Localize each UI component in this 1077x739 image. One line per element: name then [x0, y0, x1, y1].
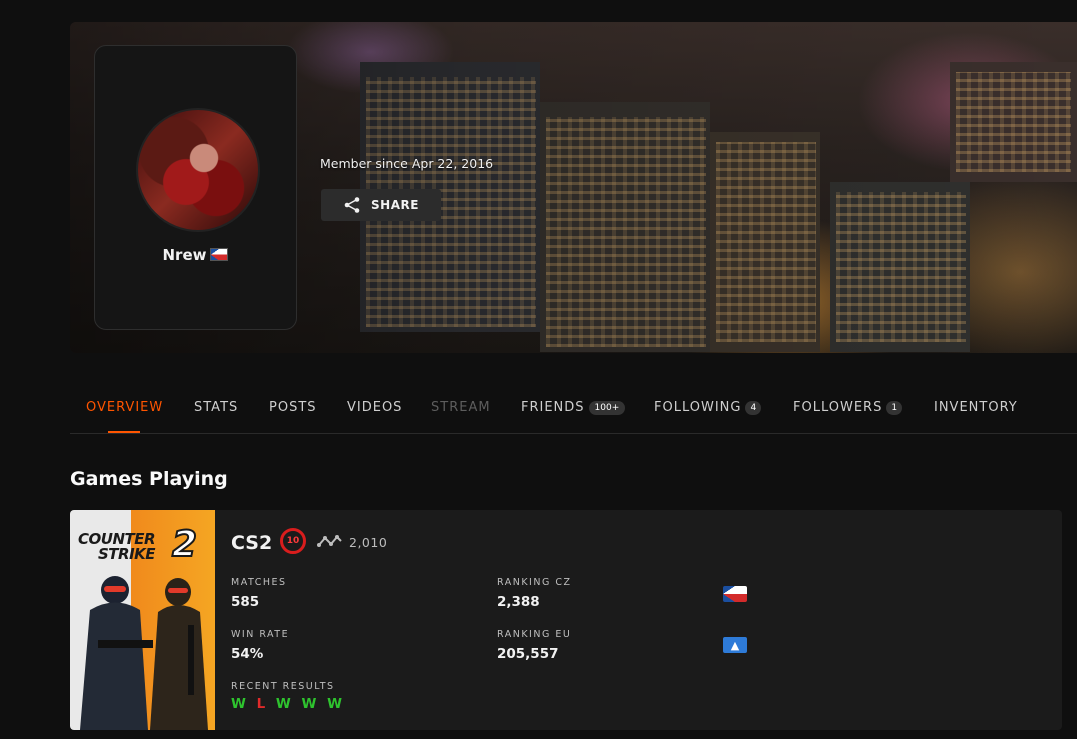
tab-posts[interactable]: POSTS [269, 400, 317, 415]
games-playing-title: Games Playing [70, 468, 228, 490]
recent-results: W L W W W [231, 696, 345, 712]
tab-inventory[interactable]: INVENTORY [934, 400, 1018, 415]
eu-region-icon: ▲ [723, 637, 747, 653]
skill-level-badge: 10 [280, 528, 306, 554]
share-button[interactable]: SHARE [321, 189, 441, 221]
result-4: W [301, 696, 320, 712]
elo-icon [317, 535, 342, 547]
result-5: W [327, 696, 346, 712]
active-tab-indicator [108, 431, 140, 433]
tab-following-label: FOLLOWING [654, 400, 742, 415]
czech-flag-icon [210, 248, 229, 261]
win-rate-label: WIN RATE [231, 629, 290, 640]
avatar[interactable] [136, 108, 260, 232]
tab-followers-label: FOLLOWERS [793, 400, 883, 415]
czech-flag-icon [723, 586, 747, 602]
member-since: Member since Apr 22, 2016 [320, 156, 494, 171]
cover-number: 2 [171, 523, 198, 566]
tab-followers[interactable]: FOLLOWERS 1 [793, 400, 903, 415]
result-1: W [231, 696, 249, 712]
ranking-eu-label: RANKING EU [497, 629, 572, 640]
tab-videos[interactable]: VIDEOS [347, 400, 402, 415]
tab-overview[interactable]: OVERVIEW [86, 400, 163, 415]
share-label: SHARE [371, 198, 419, 212]
tab-friends-label: FRIENDS [521, 400, 585, 415]
tab-following[interactable]: FOLLOWING 4 [654, 400, 762, 415]
recent-results-label: RECENT RESULTS [231, 681, 335, 692]
cover-logo-line2: STRIKE [98, 545, 156, 563]
tab-stream[interactable]: STREAM [431, 400, 491, 415]
following-count-badge: 4 [745, 401, 762, 415]
ranking-cz-value: 2,388 [497, 594, 540, 610]
followers-count-badge: 1 [886, 401, 903, 415]
win-rate-value: 54% [231, 646, 264, 662]
username: Nrew [95, 246, 296, 264]
game-cover-image: COUNTER STRIKE 2 [70, 510, 215, 730]
tab-friends[interactable]: FRIENDS 100+ [521, 400, 626, 415]
result-3: W [275, 696, 294, 712]
matches-value: 585 [231, 594, 260, 610]
soldier-figures-icon [80, 576, 208, 730]
friends-count-badge: 100+ [588, 401, 626, 415]
cover-logo: COUNTER STRIKE [78, 532, 156, 563]
result-2: L [256, 696, 269, 712]
profile-card: Nrew [94, 45, 297, 330]
elo-value: 2,010 [349, 535, 388, 550]
ranking-eu-value: 205,557 [497, 646, 559, 662]
profile-tabs: OVERVIEW STATS POSTS VIDEOS STREAM FRIEN… [70, 390, 1077, 434]
game-name: CS2 [231, 532, 273, 554]
matches-label: MATCHES [231, 577, 287, 588]
username-text: Nrew [162, 246, 207, 264]
game-card-cs2[interactable]: COUNTER STRIKE 2 CS2 10 2,010 MATCHES 585… [70, 510, 1062, 730]
share-icon [344, 197, 360, 213]
tab-stats[interactable]: STATS [194, 400, 238, 415]
ranking-cz-label: RANKING CZ [497, 577, 572, 588]
